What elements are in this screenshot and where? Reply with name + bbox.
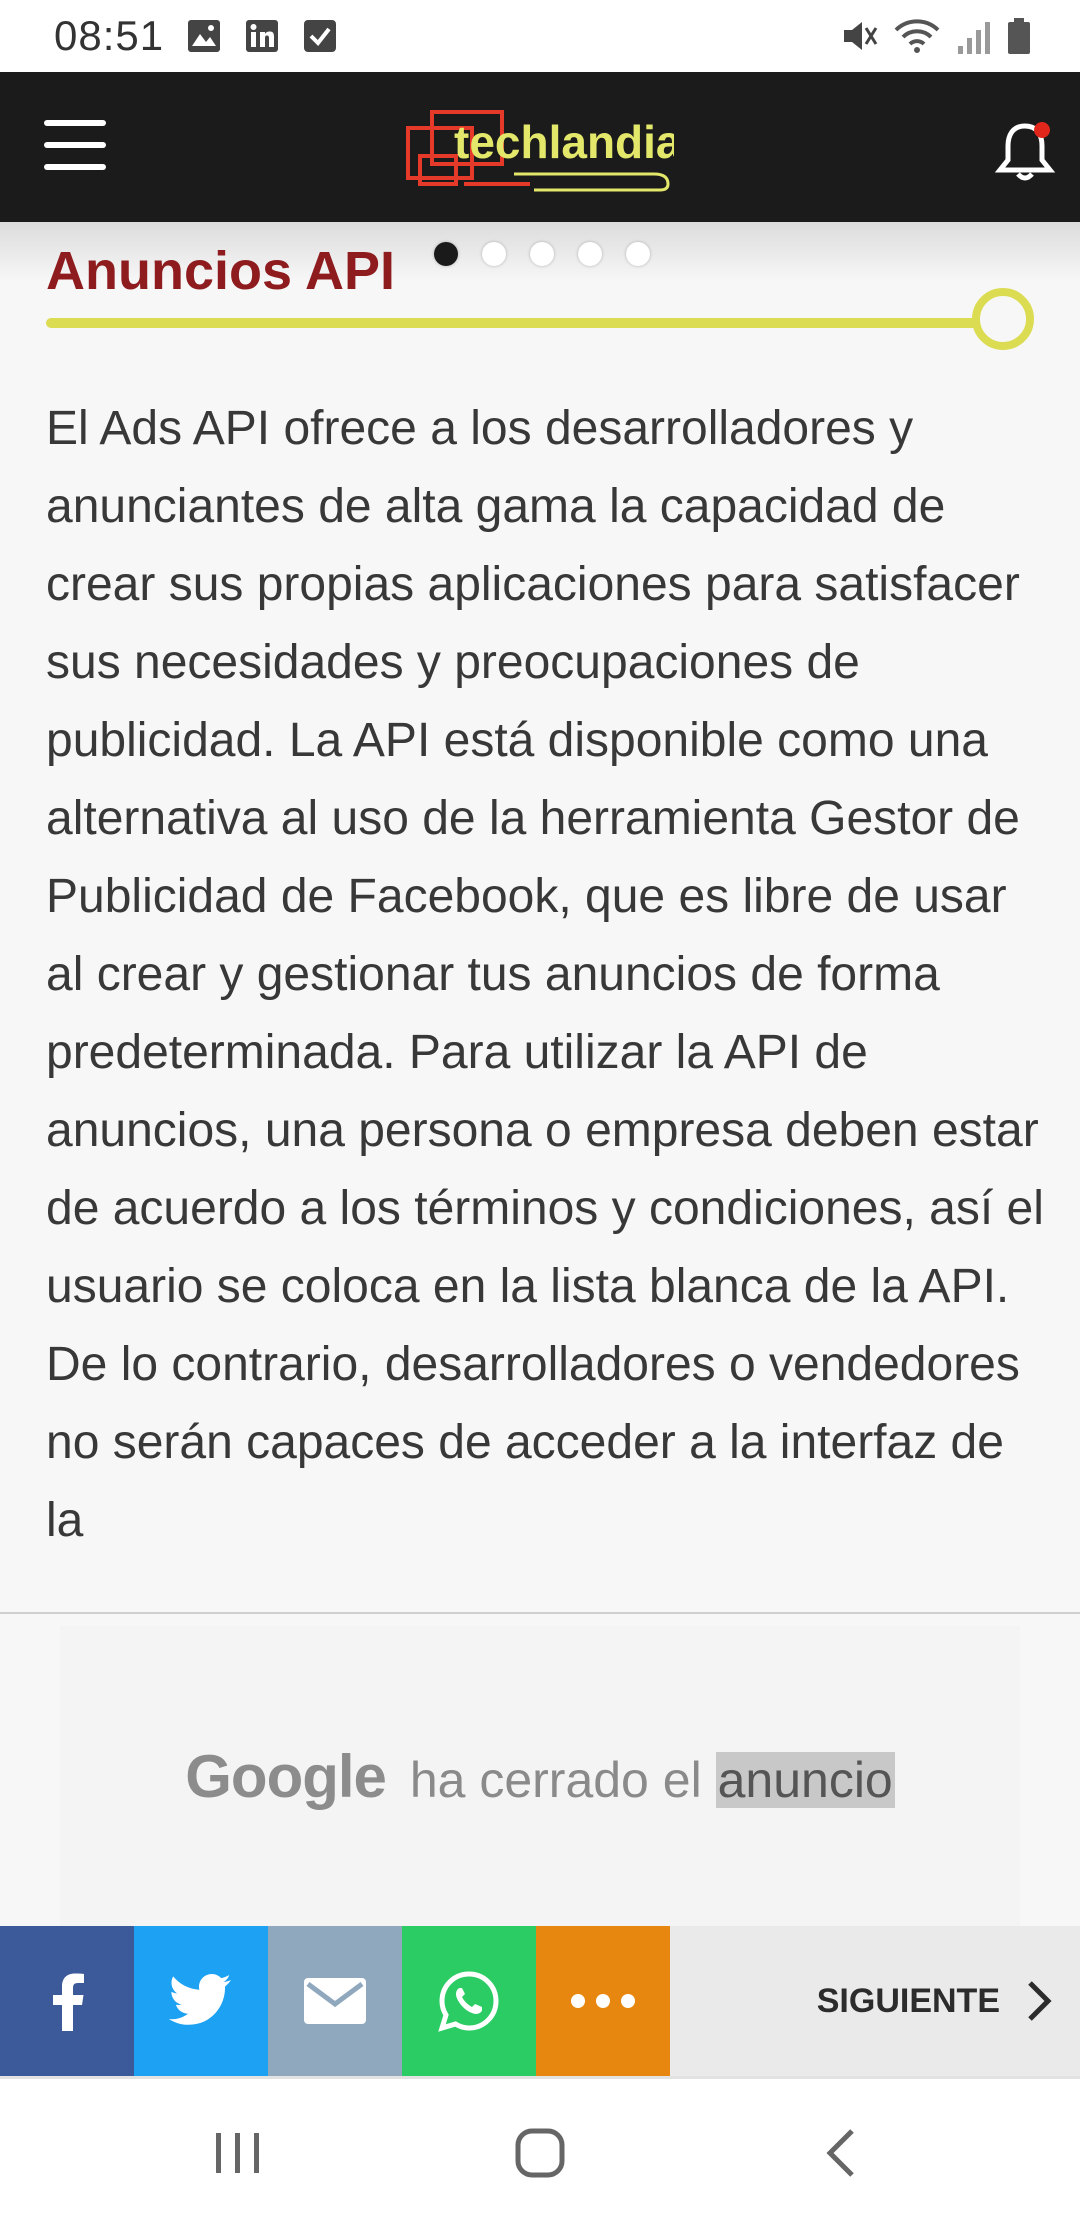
battery-icon bbox=[1008, 18, 1030, 54]
signal-icon bbox=[958, 22, 990, 54]
share-email-button[interactable] bbox=[268, 1926, 402, 2076]
whatsapp-icon bbox=[438, 1971, 499, 2032]
ad-highlight-word: anuncio bbox=[715, 1752, 895, 1808]
article-title: Anuncios API bbox=[46, 241, 396, 301]
carousel-dot[interactable] bbox=[434, 242, 458, 266]
carousel-dot[interactable] bbox=[482, 242, 506, 266]
notification-button[interactable] bbox=[990, 116, 1060, 186]
carousel-dot[interactable] bbox=[530, 242, 554, 266]
title-underline bbox=[46, 318, 996, 328]
share-facebook-button[interactable] bbox=[0, 1926, 134, 2076]
share-whatsapp-button[interactable] bbox=[402, 1926, 536, 2076]
menu-button[interactable] bbox=[44, 120, 106, 174]
twitter-icon bbox=[169, 1974, 231, 2025]
next-button[interactable]: SIGUIENTE bbox=[670, 1926, 1080, 2076]
divider bbox=[0, 1612, 1080, 1614]
home-icon[interactable] bbox=[510, 2123, 570, 2183]
status-bar: 08:51 bbox=[0, 0, 1080, 72]
app-header: techlandia bbox=[0, 72, 1080, 222]
article: Anuncios API El Ads API ofrece a los des… bbox=[0, 222, 1080, 1614]
title-underline-knob bbox=[972, 288, 1034, 350]
share-twitter-button[interactable] bbox=[134, 1926, 268, 2076]
carousel-dot[interactable] bbox=[626, 242, 650, 266]
checkbox-icon bbox=[304, 20, 336, 52]
ad-container: Google ha cerrado el anuncio bbox=[60, 1626, 1020, 1926]
logo-text: techlandia bbox=[454, 116, 674, 168]
facebook-icon bbox=[53, 1973, 84, 2031]
share-bar: SIGUIENTE bbox=[0, 1926, 1080, 2076]
recents-icon[interactable] bbox=[208, 2123, 268, 2183]
article-body: El Ads API ofrece a los desarrolladores … bbox=[46, 402, 1044, 1547]
bell-icon bbox=[994, 122, 1056, 181]
chevron-right-icon bbox=[1028, 1981, 1052, 2021]
status-time: 08:51 bbox=[54, 12, 165, 59]
google-brand: Google bbox=[185, 1743, 387, 1810]
wifi-icon bbox=[894, 19, 940, 53]
carousel-dot[interactable] bbox=[578, 242, 602, 266]
gallery-icon bbox=[188, 20, 220, 52]
share-more-button[interactable] bbox=[536, 1926, 670, 2076]
next-label: SIGUIENTE bbox=[816, 1981, 1000, 2020]
mute-icon bbox=[844, 22, 878, 50]
ad-closed-text: ha cerrado el bbox=[409, 1752, 702, 1808]
carousel-dots[interactable] bbox=[434, 242, 650, 266]
ad-message: Google ha cerrado el anuncio bbox=[60, 1742, 1020, 1811]
hamburger-icon bbox=[44, 120, 106, 126]
more-icon bbox=[571, 1994, 635, 2008]
back-icon[interactable] bbox=[812, 2123, 872, 2183]
techlandia-logo[interactable]: techlandia bbox=[404, 100, 674, 196]
linkedin-icon bbox=[246, 20, 278, 52]
navigation-bar bbox=[0, 2076, 1080, 2220]
mail-icon bbox=[304, 1978, 366, 2024]
